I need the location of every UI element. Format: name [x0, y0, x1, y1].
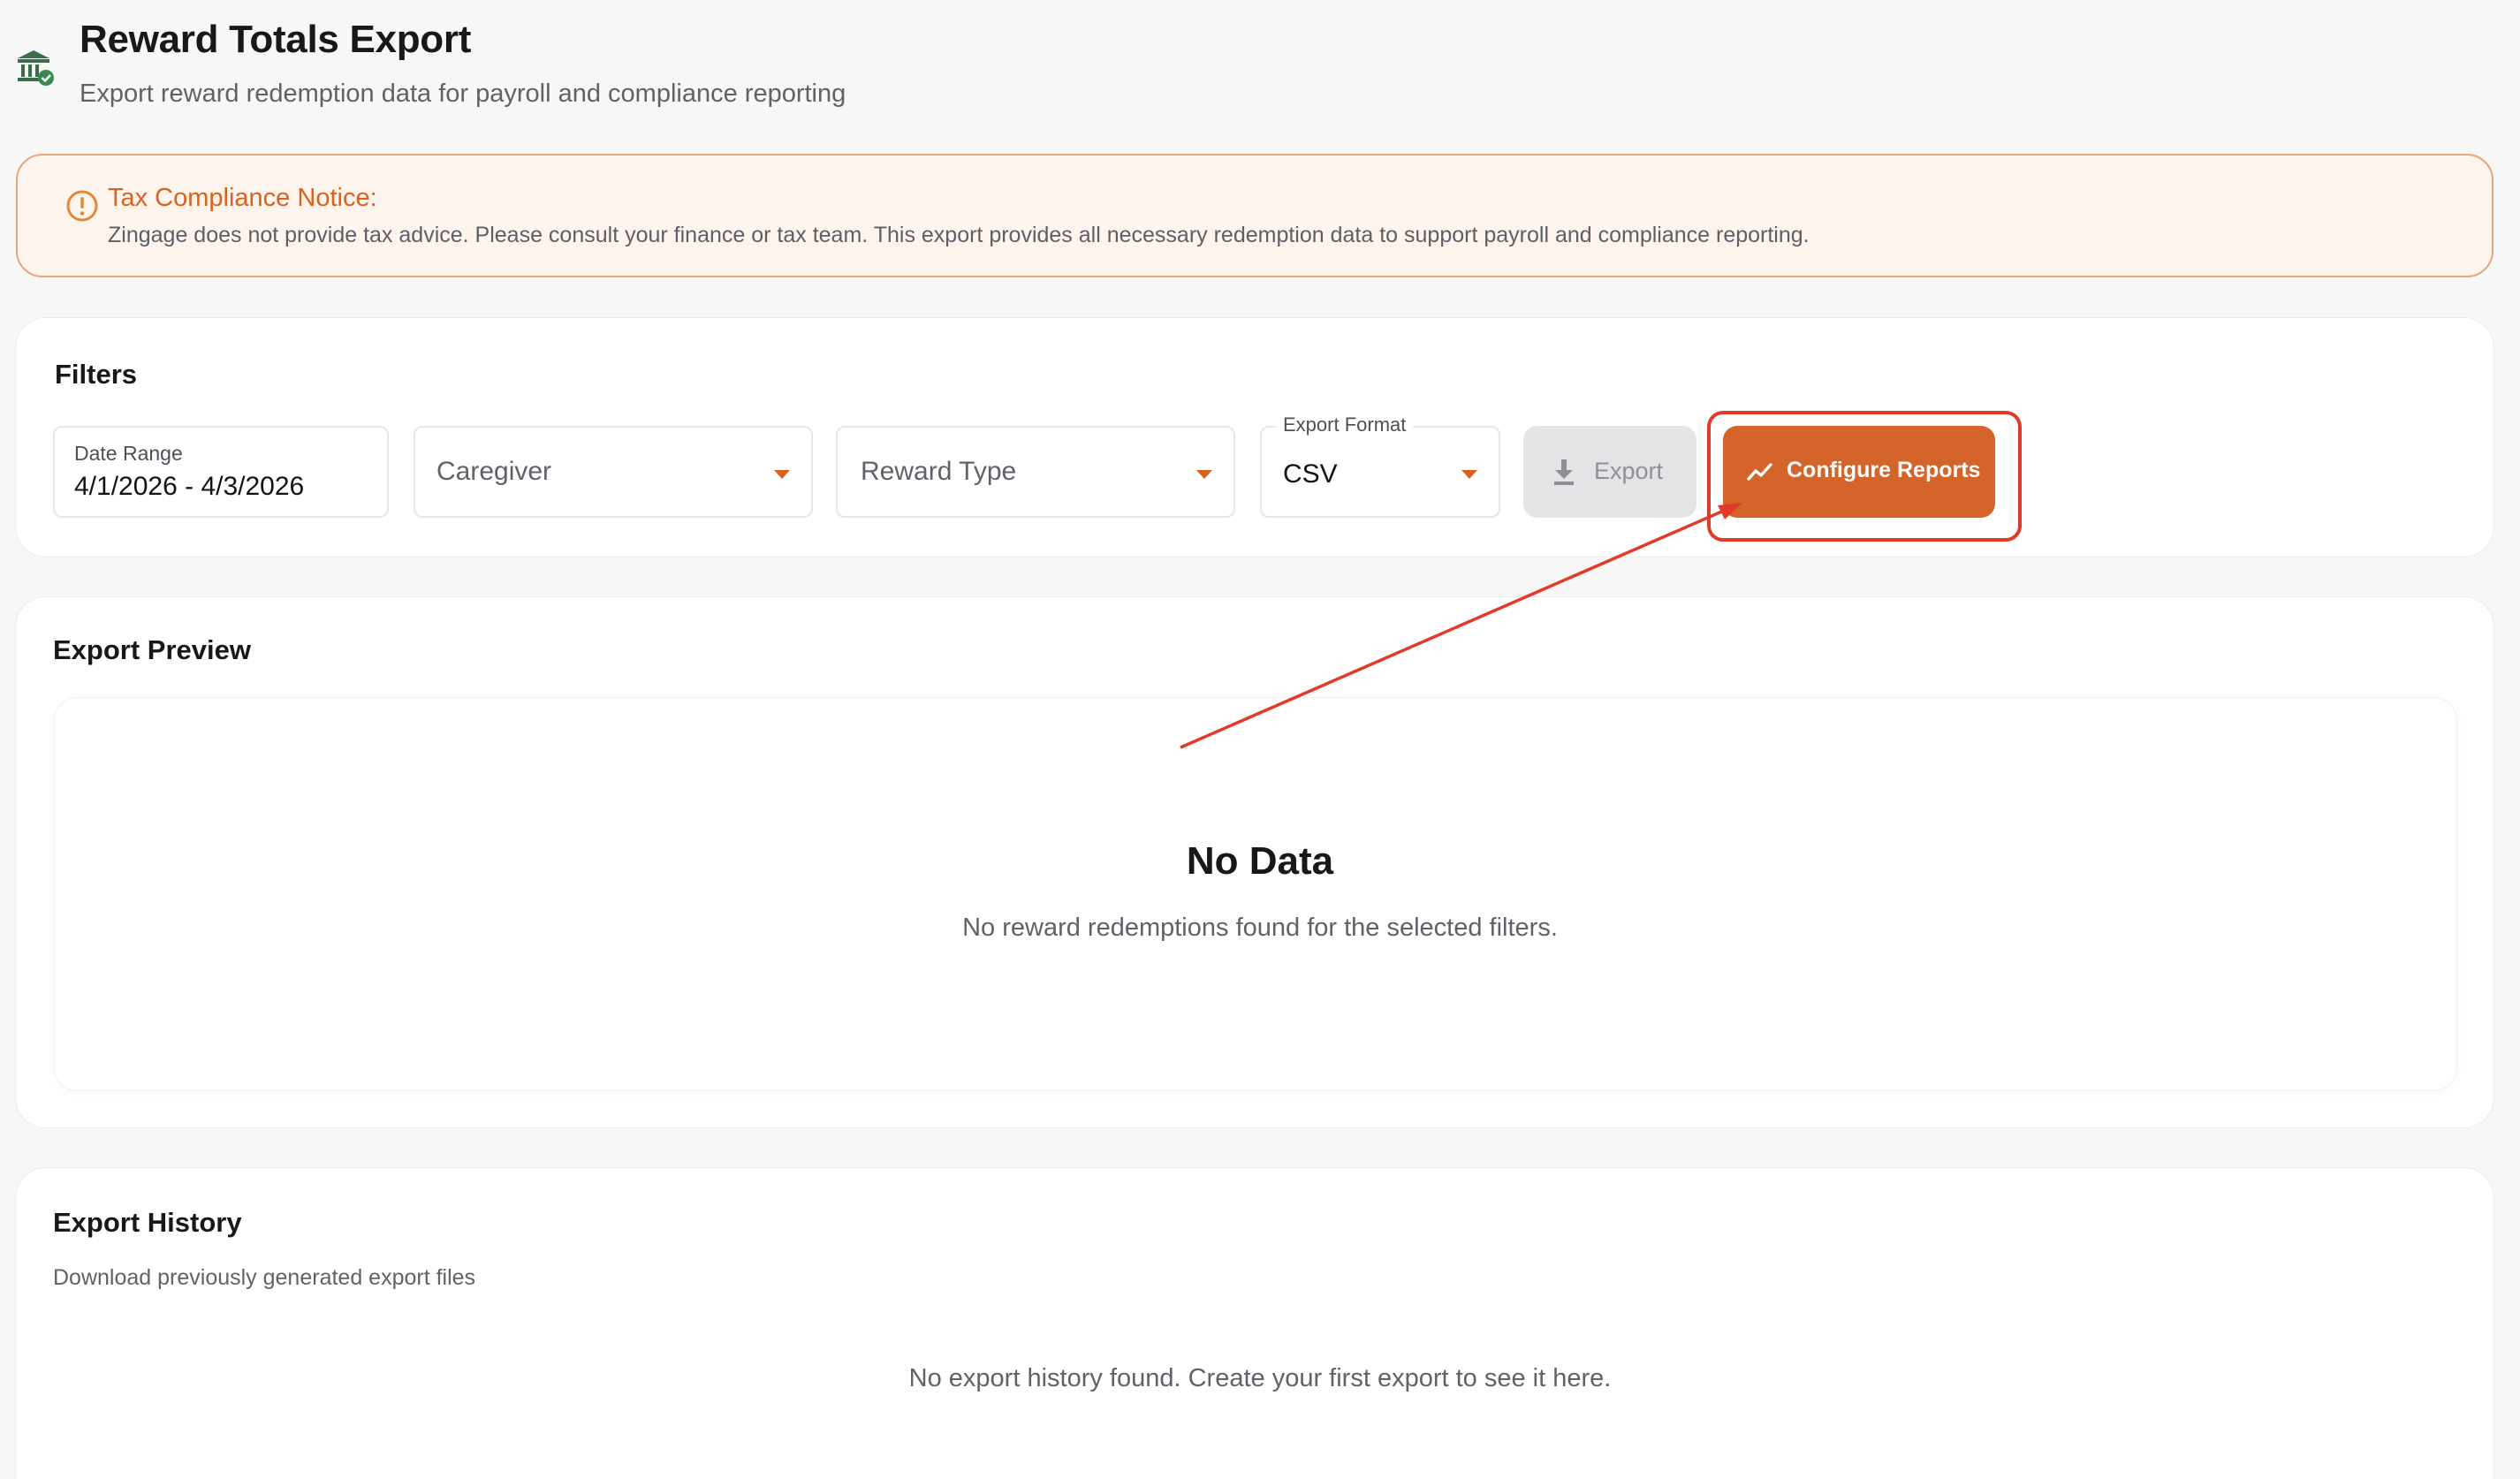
date-range-label: Date Range [74, 442, 183, 465]
export-format-label: Export Format [1276, 413, 1414, 436]
export-button[interactable]: Export [1523, 426, 1696, 518]
export-preview-title: Export Preview [53, 634, 251, 665]
reward-type-select[interactable]: Reward Type [836, 426, 1235, 518]
export-format-value: CSV [1283, 459, 1338, 489]
export-preview-panel [55, 698, 2456, 1090]
chevron-down-icon [774, 470, 790, 479]
download-icon [1552, 456, 1576, 488]
alert-circle-icon [65, 189, 99, 223]
chevron-down-icon [1196, 470, 1212, 479]
bank-check-icon [16, 46, 55, 88]
page-title: Reward Totals Export [80, 18, 472, 61]
caregiver-placeholder: Caregiver [436, 457, 552, 486]
tax-compliance-notice: Tax Compliance Notice: Zingage does not … [16, 154, 2493, 277]
chevron-down-icon [1461, 470, 1477, 479]
notice-title: Tax Compliance Notice: [108, 184, 377, 212]
date-range-value: 4/1/2026 - 4/3/2026 [74, 472, 305, 501]
export-history-title: Export History [53, 1207, 242, 1238]
export-history-subtitle: Download previously generated export fil… [53, 1265, 476, 1290]
reward-type-placeholder: Reward Type [861, 457, 1017, 486]
export-history-empty-text: No export history found. Create your fir… [908, 1364, 1612, 1392]
caregiver-select[interactable]: Caregiver [414, 426, 813, 518]
notice-text: Zingage does not provide tax advice. Ple… [108, 223, 1810, 247]
export-button-label: Export [1594, 458, 1664, 484]
no-data-title: No Data [1186, 839, 1334, 883]
export-history-card [16, 1168, 2493, 1479]
no-data-text: No reward redemptions found for the sele… [962, 914, 1558, 942]
date-range-field[interactable]: Date Range 4/1/2026 - 4/3/2026 [53, 426, 389, 518]
page-subtitle: Export reward redemption data for payrol… [80, 80, 846, 108]
annotation-highlight-box [1707, 411, 2022, 542]
filters-title: Filters [55, 359, 138, 390]
export-format-select[interactable]: CSV [1260, 426, 1500, 518]
